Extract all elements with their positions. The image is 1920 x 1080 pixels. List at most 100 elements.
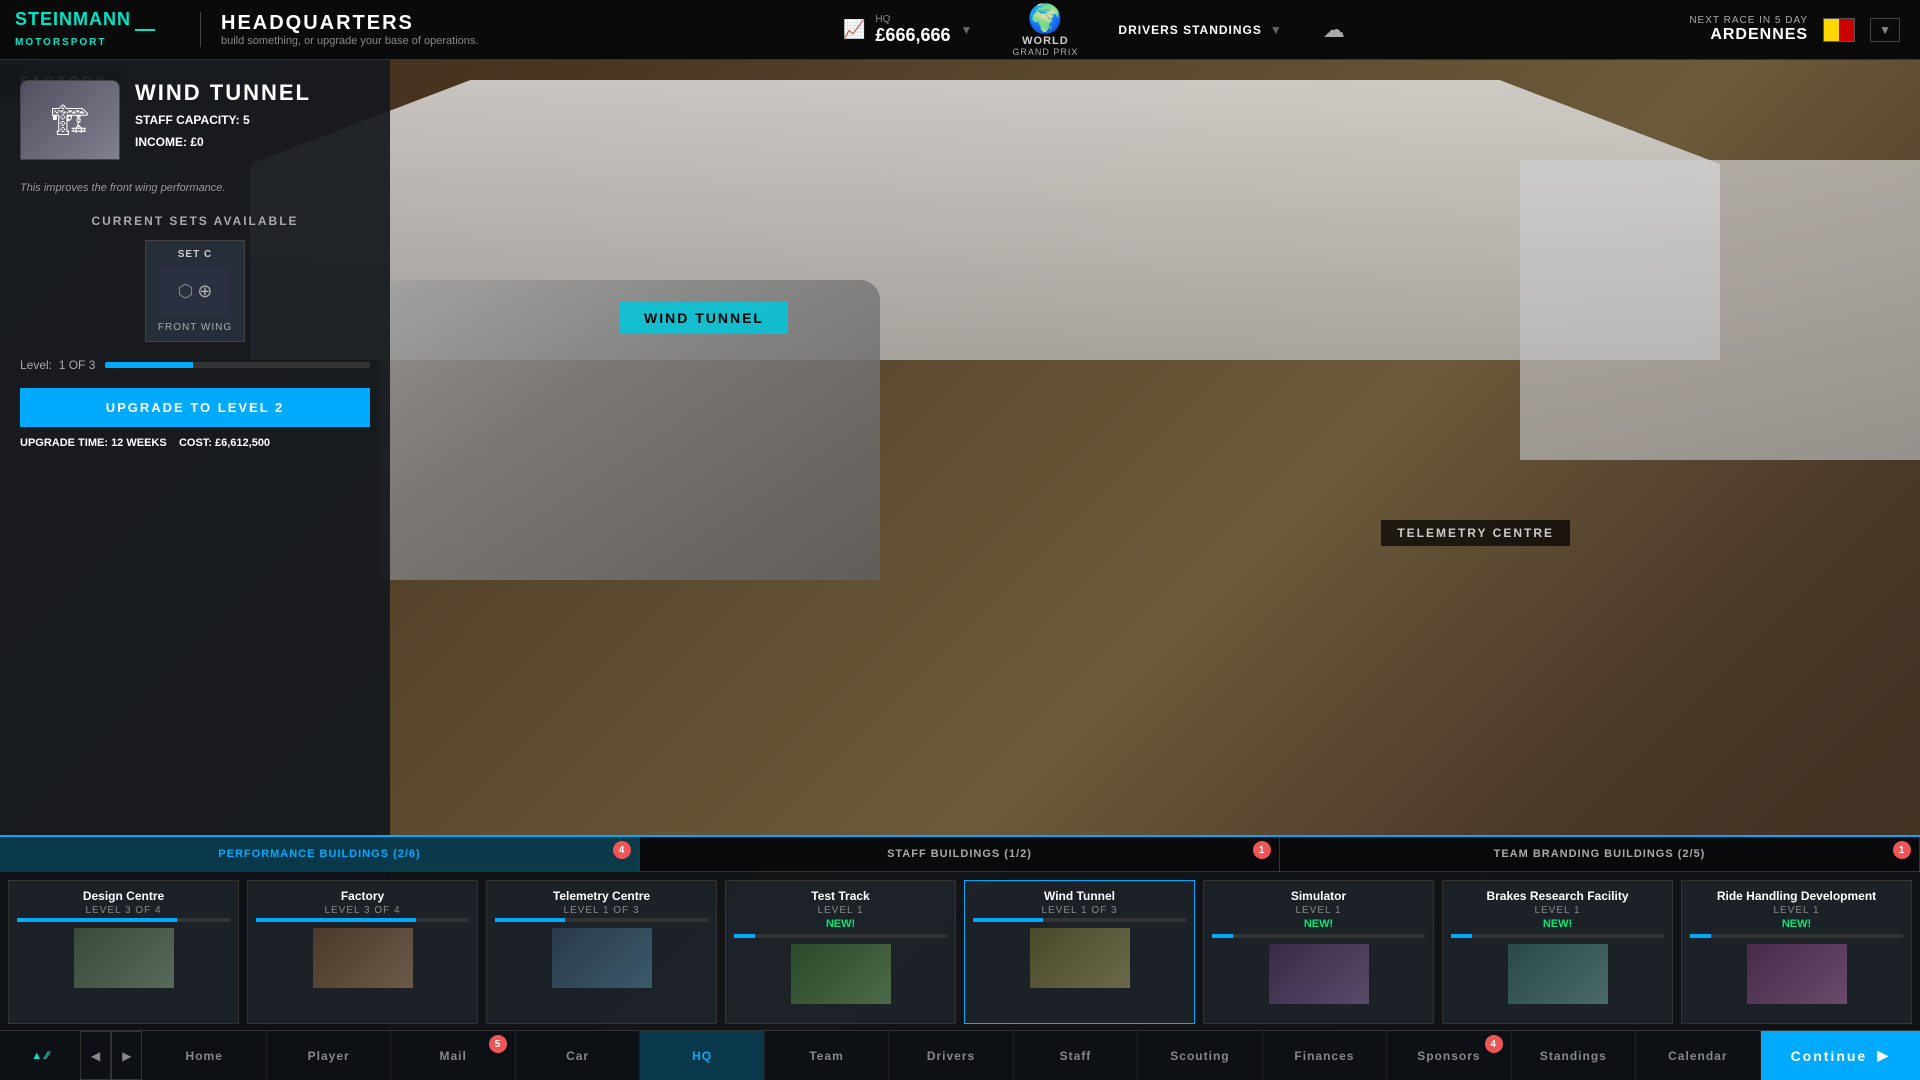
panel-header: 🏗 WIND TUNNEL STAFF CAPACITY: 5 INCOME: … [20,80,370,172]
building-card-telemetry[interactable]: Telemetry CentreLEVEL 1 OF 3 [486,880,717,1024]
upgrade-time-label: UPGRADE TIME: [20,437,108,449]
nav-tabs: HomePlayerMail5CarHQTeamDriversStaffScou… [142,1031,1760,1080]
building-level: LEVEL 1 [1773,905,1819,916]
level-row: Level: 1 OF 3 [20,358,370,372]
headquarters-section: HEADQUARTERS build something, or upgrade… [200,12,498,47]
building-image [1269,944,1369,1004]
building-level: LEVEL 1 [1534,905,1580,916]
building-new-badge: NEW! [1782,918,1811,930]
building-level: LEVEL 1 [817,905,863,916]
chevron-down-icon: ▼ [961,23,973,37]
wind-tunnel-map-label[interactable]: WIND TUNNEL [620,302,788,334]
nav-tab-mail[interactable]: Mail5 [391,1031,515,1080]
next-race: NEXT RACE IN 5 DAY ARDENNES [1689,15,1808,44]
building-card-design[interactable]: Design CentreLEVEL 3 OF 4 [8,880,239,1024]
building-level: LEVEL 3 OF 4 [324,905,400,916]
top-bar: STEINMANNMOTORSPORT HEADQUARTERS build s… [0,0,1920,60]
drivers-standings[interactable]: DRIVERS STANDINGS ▼ [1118,23,1282,37]
building-image [791,944,891,1004]
team-branding-badge: 1 [1893,841,1911,859]
building-name: Design Centre [83,889,164,903]
building-new-badge: NEW! [1543,918,1572,930]
logo-text: STEINMANNMOTORSPORT [15,10,131,50]
building-level: LEVEL 1 [1295,905,1341,916]
cost-value: £6,612,500 [215,437,270,449]
building-name: Factory [341,889,384,903]
upgrade-button[interactable]: UPGRADE TO LEVEL 2 [20,388,370,427]
nav-tab-home[interactable]: Home [142,1031,266,1080]
building-image [74,928,174,988]
nav-tab-staff[interactable]: Staff [1014,1031,1138,1080]
buildings-row: Design CentreLEVEL 3 OF 4 Factory LEVEL 3 … [0,872,1920,1032]
page-title: HEADQUARTERS [221,12,478,35]
telemetry-centre-map-label[interactable]: TELEMETRY CENTRE [1381,520,1570,546]
nav-prev-button[interactable]: ◀ [80,1031,111,1080]
logo-area: STEINMANNMOTORSPORT [0,10,200,50]
nav-tab-hq[interactable]: HQ [640,1031,764,1080]
nav-tab-calendar[interactable]: Calendar [1636,1031,1760,1080]
tab-staff-buildings[interactable]: STAFF BUILDINGS (1/2) 1 [640,837,1280,871]
nav-tab-team[interactable]: Team [765,1031,889,1080]
building-card-factory[interactable]: Factory LEVEL 3 OF 4 [247,880,478,1024]
building-level: LEVEL 1 OF 3 [1041,905,1117,916]
panel-description: This improves the front wing performance… [20,182,370,194]
level-label: Level: 1 OF 3 [20,358,95,372]
building-card-testtrack[interactable]: Test TrackLEVEL 1NEW! [725,880,956,1024]
nav-logo: ▲ ∕∕ [0,1050,80,1062]
next-race-label: NEXT RACE IN 5 DAY [1689,15,1808,26]
building-progress-bar [256,918,469,922]
building-name: Brakes Research Facility [1486,889,1628,903]
continue-arrow-icon: ▶ [1877,1047,1890,1064]
building-progress-bar [1690,934,1903,938]
page-subtitle: build something, or upgrade your base of… [221,35,478,47]
nav-tab-finances[interactable]: Finances [1263,1031,1387,1080]
building-card-brakes[interactable]: Brakes Research Facility LEVEL 1 NEW! [1442,880,1673,1024]
flag-change-button[interactable]: ▼ [1870,18,1900,42]
bottom-nav: ▲ ∕∕ ◀ ▶ HomePlayerMail5CarHQTeamDrivers… [0,1030,1920,1080]
building-name: Wind Tunnel [1044,889,1115,903]
next-race-location: ARDENNES [1689,26,1808,44]
building-progress-bar [973,918,1186,922]
building-name: Test Track [811,889,869,903]
panel-stats: STAFF CAPACITY: 5 INCOME: £0 [135,110,311,153]
building-image [552,928,652,988]
top-bar-right: NEXT RACE IN 5 DAY ARDENNES ▼ [1689,15,1920,44]
front-wing-icon: ⬡ ⊕ [160,266,230,316]
chevron-down-icon: ▼ [1270,23,1283,37]
building-card-ride[interactable]: Ride Handling Development LEVEL 1 NEW! [1681,880,1912,1024]
staff-capacity-label: STAFF CAPACITY: [135,113,240,127]
building-progress-bar [17,918,230,922]
nav-next-button[interactable]: ▶ [111,1031,142,1080]
nav-tab-standings[interactable]: Standings [1512,1031,1636,1080]
nav-tab-scouting[interactable]: Scouting [1138,1031,1262,1080]
bottom-panel: PERFORMANCE BUILDINGS (2/6) 4 STAFF BUIL… [0,835,1920,1030]
set-label: SET C [154,249,236,260]
set-part-name: FRONT WING [154,322,236,333]
staff-capacity-value: 5 [243,113,250,127]
tab-team-branding-buildings[interactable]: TEAM BRANDING BUILDINGS (2/5) 1 [1280,837,1920,871]
building-card-simulator[interactable]: SimulatorLEVEL 1NEW! [1203,880,1434,1024]
nav-tab-car[interactable]: Car [516,1031,640,1080]
top-bar-center: 📈 HQ £666,666 ▼ 🌍 WORLD GRAND PRIX DRIVE… [498,2,1689,57]
wind-tunnel-thumbnail: 🏗 [20,80,120,160]
continue-button[interactable]: Continue ▶ [1761,1031,1920,1080]
set-card: SET C ⬡ ⊕ FRONT WING [145,240,245,342]
hq-money-area[interactable]: 📈 HQ £666,666 ▼ [843,14,972,46]
nav-tab-player[interactable]: Player [267,1031,391,1080]
building-image [1030,928,1130,988]
nav-tab-drivers[interactable]: Drivers [889,1031,1013,1080]
building-progress-bar [734,934,947,938]
building-name: Ride Handling Development [1717,889,1876,903]
hq-money-value: £666,666 [875,25,950,46]
building-progress-bar [1212,934,1425,938]
building-card-windtunnel[interactable]: Wind Tunnel LEVEL 1 OF 3 [964,880,1195,1024]
building-new-badge: NEW! [1304,918,1333,930]
flag-belgium [1823,18,1855,42]
tab-performance-buildings[interactable]: PERFORMANCE BUILDINGS (2/6) 4 [0,837,640,871]
nav-tab-sponsors[interactable]: Sponsors4 [1387,1031,1511,1080]
building-image [313,928,413,988]
level-progress-bar [105,362,370,368]
world-badge-icon: 🌍 [1027,2,1063,35]
cloud-icon: ☁ [1323,17,1345,43]
level-bar-fill [105,362,192,368]
